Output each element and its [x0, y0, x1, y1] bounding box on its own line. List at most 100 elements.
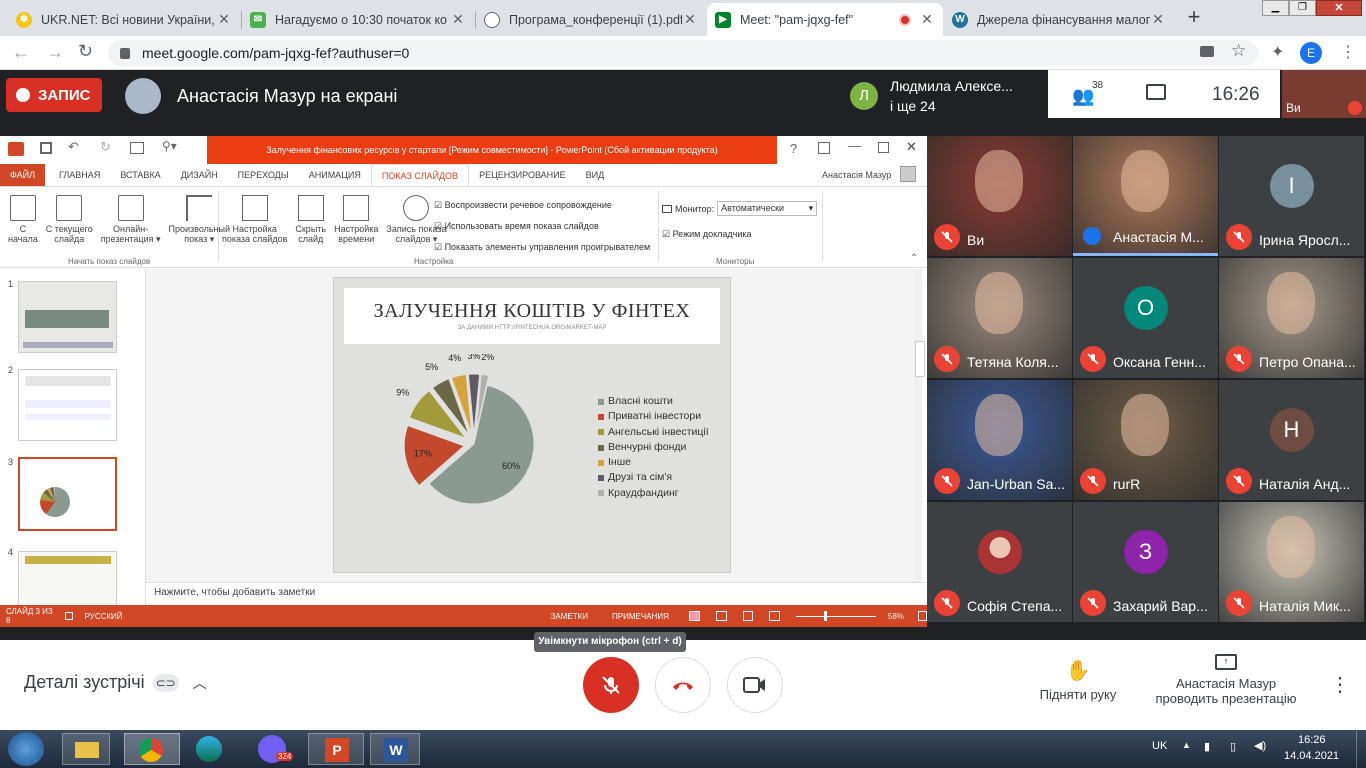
browser-tab-wordpress[interactable]: W Джерела фінансування малого ✕ [944, 3, 1174, 36]
tray-arrow-icon[interactable]: ▲ [1182, 740, 1191, 750]
notes-toggle[interactable]: ЗАМЕТКИ [551, 612, 588, 621]
ribbon-options-icon[interactable] [818, 142, 830, 154]
tab-animations[interactable]: АНИМАЦИЯ [299, 164, 371, 186]
help-icon[interactable]: ? [790, 141, 797, 156]
new-tab-button[interactable]: + [1180, 5, 1208, 31]
participant-tile[interactable]: Петро Опана... [1219, 258, 1364, 378]
participant-tile[interactable]: Тетяна Коля... [927, 258, 1072, 378]
redo-icon[interactable]: ↻ [100, 139, 111, 155]
slideshow-view-icon[interactable] [769, 611, 781, 621]
presenting-button[interactable]: ↑ Анастасія Мазур проводить презентацію [1146, 654, 1306, 706]
slide-thumbnail-2[interactable] [18, 369, 117, 441]
close-icon[interactable]: ✕ [682, 11, 698, 28]
back-icon[interactable]: ← [12, 42, 30, 63]
word-icon[interactable]: W [370, 733, 420, 765]
setup-show-button[interactable]: Настройка показа слайдов [222, 195, 287, 244]
comments-toggle[interactable]: ПРИМЕЧАНИЯ [612, 612, 669, 621]
reload-icon[interactable]: ↻ [78, 41, 93, 62]
explorer-icon[interactable] [62, 733, 110, 765]
close-icon[interactable]: ✕ [450, 11, 466, 28]
close-icon[interactable]: ✕ [216, 11, 232, 28]
maximize-button[interactable]: ❐ [1289, 0, 1316, 16]
zoom-level[interactable]: 58% [888, 612, 904, 621]
taskbar-time[interactable]: 16:26 [1298, 734, 1326, 746]
chrome-icon[interactable] [124, 733, 180, 765]
mic-toggle-button[interactable] [583, 657, 639, 713]
media-controls-checkbox[interactable]: ☑ Показать элементы управления проигрыва… [434, 237, 650, 258]
minimize-button[interactable]: ▁ [1262, 0, 1289, 16]
slideshow-start-icon[interactable] [130, 142, 144, 154]
fit-slide-icon[interactable] [917, 611, 927, 621]
profile-avatar[interactable]: E [1300, 42, 1322, 64]
zoom-slider[interactable] [796, 610, 876, 621]
save-icon[interactable] [40, 142, 52, 154]
spellcheck-icon[interactable] [65, 612, 73, 620]
browser-tab-pdf[interactable]: Програма_конференції (1).pdf ✕ [476, 3, 706, 36]
customize-icon[interactable]: ⚲▾ [162, 139, 177, 153]
vertical-scrollbar[interactable] [914, 269, 922, 587]
participant-tile[interactable]: О Оксана Генн... [1073, 258, 1218, 378]
notes-pane[interactable]: Нажмите, чтобы добавить заметки [146, 582, 926, 604]
slide-thumbnail-3-selected[interactable] [18, 457, 117, 531]
meeting-details-button[interactable]: Деталі зустрічі ⊂⊃ ︿ [24, 672, 207, 693]
language-indicator[interactable]: UK [1152, 740, 1167, 752]
edge-icon[interactable] [196, 736, 222, 762]
reading-view-icon[interactable] [742, 611, 754, 621]
browser-tab-mail[interactable]: ✉ Нагадуємо о 10:30 початок ко ✕ [242, 3, 474, 36]
from-beginning-button[interactable]: Сначала [8, 195, 38, 244]
close-icon[interactable]: ✕ [1150, 11, 1166, 28]
online-presentation-button[interactable]: Онлайн-презентация ▾ [101, 195, 161, 244]
menu-icon[interactable]: ⋮ [1340, 42, 1356, 62]
participant-preview[interactable]: Л Людмила Алексе... і ще 24 [842, 72, 1048, 118]
participant-tile[interactable]: Jan-Urban Sa... [927, 380, 1072, 500]
participant-tile[interactable]: І Ірина Яросл... [1219, 136, 1364, 256]
minimize-icon[interactable]: — [848, 138, 861, 153]
monitor-select[interactable]: Автоматически ▾ [717, 201, 818, 216]
start-button[interactable] [8, 732, 44, 766]
participant-tile[interactable]: Ви [927, 136, 1072, 256]
narrations-checkbox[interactable]: ☑ Воспроизвести речевое сопровождение [434, 195, 650, 216]
extensions-icon[interactable]: ✦ [1271, 42, 1284, 62]
participant-tile[interactable]: Н Наталія Анд... [1219, 380, 1364, 500]
participant-tile[interactable]: Анастасія М... [1073, 136, 1218, 256]
tab-view[interactable]: ВИД [576, 164, 615, 186]
scroll-thumb[interactable] [915, 341, 925, 377]
participant-tile[interactable]: Софія Степа... [927, 502, 1072, 622]
show-desktop-button[interactable] [1356, 730, 1366, 768]
ppt-user-name[interactable]: Анастасія Мазур [822, 170, 891, 180]
window-close-button[interactable]: ✕ [1316, 0, 1362, 16]
tab-design[interactable]: ДИЗАЙН [171, 164, 228, 186]
chat-icon[interactable] [1146, 84, 1166, 100]
slide[interactable]: ЗАЛУЧЕННЯ КОШТІВ У ФІНТЕХ ЗА ДАНИМИ HTTP… [333, 277, 731, 573]
volume-icon[interactable]: ◀) [1254, 739, 1266, 752]
raise-hand-button[interactable]: ✋ Підняти руку [1030, 658, 1126, 702]
tab-home[interactable]: ГЛАВНАЯ [45, 164, 110, 186]
powerpoint-taskbar-icon[interactable]: P [308, 733, 364, 765]
slide-thumbnail-4[interactable] [18, 551, 117, 605]
rehearse-timings-button[interactable]: Настройка времени [334, 195, 378, 244]
collapse-ribbon-icon[interactable]: ⌃ [910, 253, 918, 264]
restore-icon[interactable] [878, 142, 889, 153]
slide-thumbnail-1[interactable] [18, 281, 117, 353]
language-label[interactable]: РУССКИЙ [85, 612, 123, 621]
network-icon[interactable]: ▮ [1204, 740, 1210, 753]
close-icon[interactable]: ✕ [906, 139, 917, 155]
sorter-view-icon[interactable] [715, 611, 727, 621]
tab-file[interactable]: ФАЙЛ [0, 164, 46, 186]
address-bar[interactable]: meet.google.com/pam-jqxg-fef?authuser=0 [108, 40, 1258, 66]
browser-tab-ukrnet[interactable]: ✱ UKR.NET: Всі новини України, с ✕ [8, 3, 240, 36]
camera-toggle-button[interactable] [727, 657, 783, 713]
participant-tile[interactable]: З Захарий Вар... [1073, 502, 1218, 622]
record-badge[interactable]: ЗАПИС [6, 78, 102, 112]
hide-slide-button[interactable]: Скрыть слайд [295, 195, 326, 244]
bookmark-star-icon[interactable]: ☆ [1231, 41, 1246, 61]
people-button[interactable]: 👥 38 [1072, 80, 1108, 106]
normal-view-icon[interactable] [688, 611, 700, 621]
presenter-view-checkbox[interactable]: ☑ Режим докладчика [662, 229, 752, 240]
leave-call-button[interactable] [655, 657, 711, 713]
self-view-thumbnail[interactable]: Ви [1282, 70, 1366, 118]
tab-insert[interactable]: ВСТАВКА [110, 164, 170, 186]
close-icon[interactable]: ✕ [919, 11, 935, 28]
camera-permission-icon[interactable] [1200, 46, 1214, 57]
taskbar-date[interactable]: 14.04.2021 [1284, 750, 1339, 762]
